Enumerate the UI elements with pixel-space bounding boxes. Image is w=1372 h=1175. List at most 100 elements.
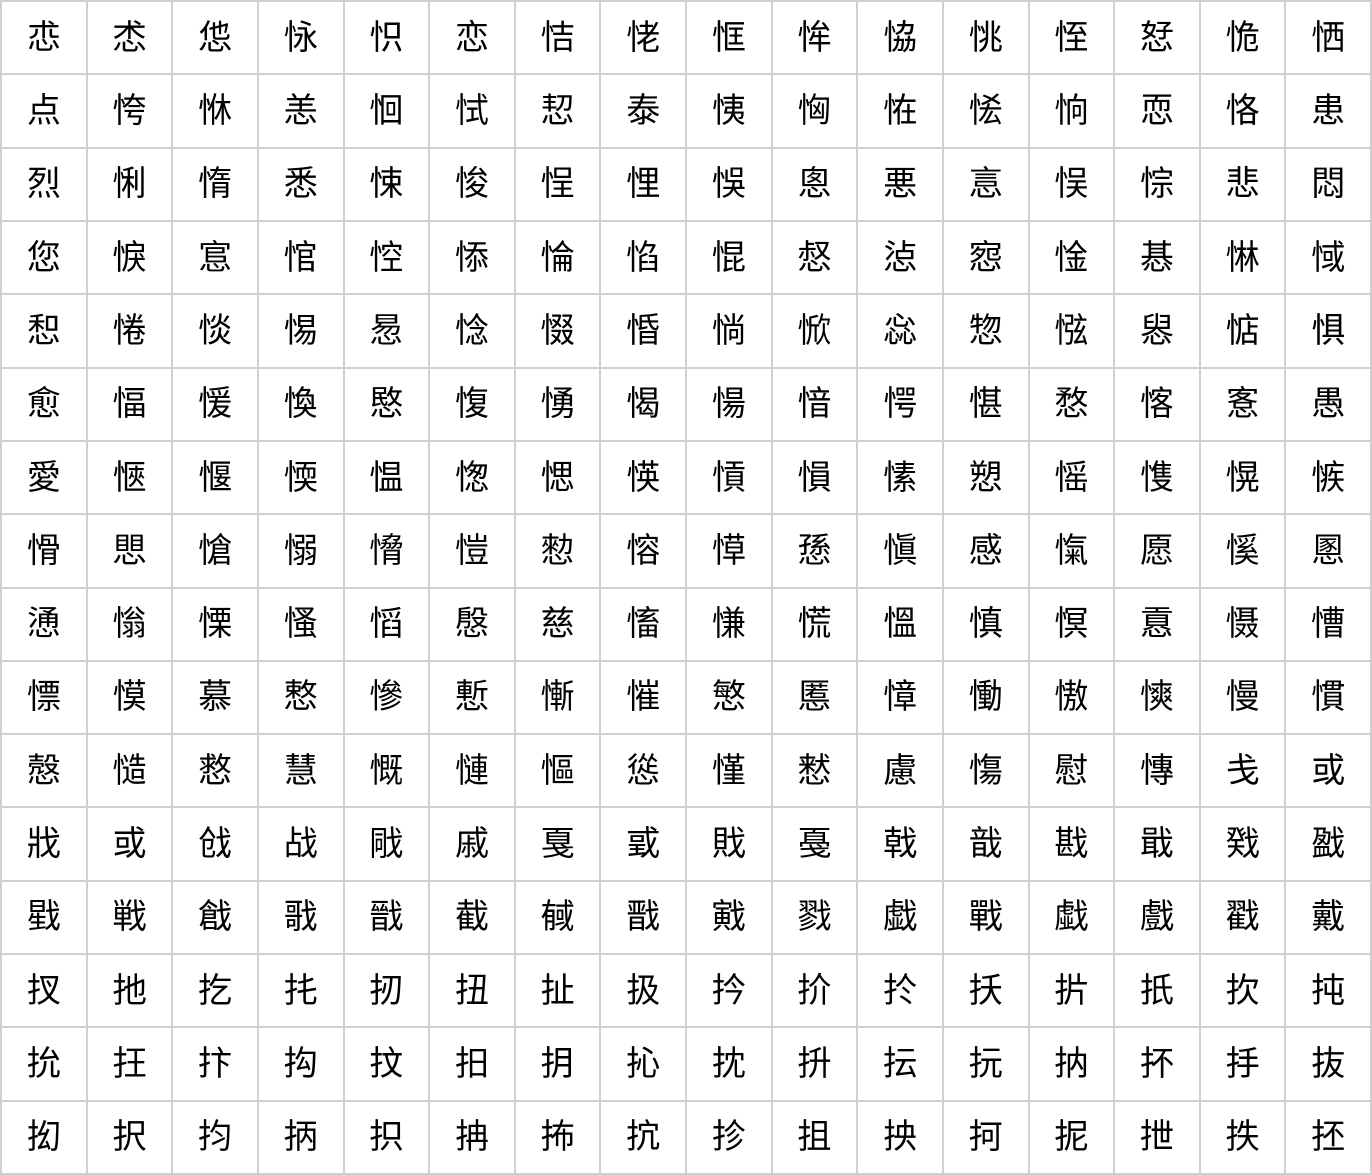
character-grid: 怷怸怹怺怾恋恄恅恇恈恊恌恎恏恑恓点恗恘恙恛恜恝泰恞恟恠恡恦恧恪患烈悧惰悉悚悛悜悝… <box>0 0 1372 1175</box>
character-cell: 扸 <box>1029 955 1116 1029</box>
character-cell: 慎 <box>943 588 1030 662</box>
character-cell: 惉 <box>858 221 944 296</box>
character-cell: 惀 <box>515 221 602 296</box>
character-cell: 戝 <box>687 808 773 882</box>
character-cell: 悾 <box>344 221 431 296</box>
character-cell: 惢 <box>858 295 944 369</box>
character-cell: 愿 <box>1115 515 1201 589</box>
character-cell: 抁 <box>2 1028 88 1102</box>
character-cell: 慘 <box>344 661 431 736</box>
character-cell: 愶 <box>344 515 431 589</box>
character-cell: 扴 <box>772 955 859 1029</box>
character-cell: 抷 <box>1286 1101 1372 1175</box>
character-cell: 愬 <box>943 441 1030 516</box>
character-cell: 扷 <box>943 955 1030 1029</box>
character-cell: 戬 <box>601 881 687 956</box>
character-cell: 惤 <box>1029 295 1116 369</box>
character-cell: 戞 <box>772 808 859 882</box>
character-cell: 愲 <box>2 515 88 589</box>
character-cell: 慉 <box>601 588 687 662</box>
character-cell: 抦 <box>258 1101 345 1175</box>
character-cell: 悛 <box>430 148 516 222</box>
character-cell: 悤 <box>772 148 859 222</box>
character-cell: 扺 <box>1115 955 1201 1029</box>
character-cell: 抭 <box>601 1101 687 1175</box>
character-cell: 抳 <box>1029 1101 1116 1175</box>
character-cell: 愪 <box>772 441 859 516</box>
character-cell: 愩 <box>687 441 773 516</box>
character-cell: 愜 <box>87 441 174 516</box>
character-cell: 慊 <box>687 588 773 662</box>
character-cell: 恊 <box>858 2 944 76</box>
character-cell: 戤 <box>1286 808 1372 882</box>
character-cell: 愚 <box>1286 368 1372 442</box>
character-cell: 悮 <box>1029 148 1116 222</box>
character-cell: 抝 <box>2 1101 88 1175</box>
character-cell: 愗 <box>1029 368 1116 442</box>
character-cell: 惝 <box>687 295 773 369</box>
character-cell: 惂 <box>601 221 687 296</box>
character-cell: 戦 <box>87 881 174 956</box>
character-cell: 慰 <box>1029 735 1116 809</box>
character-cell: 戥 <box>2 881 88 956</box>
character-cell: 愡 <box>430 441 516 516</box>
character-cell: 悝 <box>601 148 687 222</box>
character-cell: 抶 <box>1200 1101 1287 1175</box>
character-cell: 戡 <box>1029 808 1116 882</box>
character-cell: 恓 <box>1286 2 1372 76</box>
character-cell: 慥 <box>87 735 174 809</box>
character-cell: 戙 <box>344 808 431 882</box>
character-cell: 抙 <box>1200 1028 1287 1102</box>
character-cell: 恎 <box>1029 2 1116 76</box>
character-cell: 抔 <box>1115 1028 1201 1102</box>
character-cell: 慯 <box>943 735 1030 809</box>
character-cell: 或 <box>1286 735 1372 809</box>
character-cell: 悥 <box>943 148 1030 222</box>
character-cell: 慝 <box>772 661 859 736</box>
character-cell: 慕 <box>173 661 259 736</box>
character-cell: 抆 <box>344 1028 431 1102</box>
character-cell: 愳 <box>87 515 174 589</box>
character-cell: 慍 <box>858 588 944 662</box>
character-cell: 悷 <box>87 221 174 296</box>
character-cell: 抪 <box>515 1101 602 1175</box>
character-cell: 慬 <box>687 735 773 809</box>
character-cell: 愘 <box>1115 368 1201 442</box>
character-cell: 恗 <box>87 75 174 149</box>
character-cell: 抯 <box>772 1101 859 1175</box>
character-cell: 愹 <box>601 515 687 589</box>
character-cell: 惥 <box>1115 295 1201 369</box>
character-cell: 慑 <box>1200 588 1287 662</box>
character-cell: 或 <box>87 808 174 882</box>
character-cell: 抐 <box>1029 1028 1116 1102</box>
character-cell: 抂 <box>87 1028 174 1102</box>
character-cell: 抧 <box>344 1101 431 1175</box>
character-cell: 慌 <box>772 588 859 662</box>
character-cell: 抍 <box>772 1028 859 1102</box>
character-cell: 愵 <box>258 515 345 589</box>
character-cell: 惕 <box>258 295 345 369</box>
character-cell: 恦 <box>1029 75 1116 149</box>
character-cell: 感 <box>943 515 1030 589</box>
character-cell: 扭 <box>430 955 516 1029</box>
character-cell: 戴 <box>1286 881 1372 956</box>
character-cell: 愥 <box>601 441 687 516</box>
character-cell: 恧 <box>1115 75 1201 149</box>
character-cell: 慧 <box>258 735 345 809</box>
character-cell: 悶 <box>1286 148 1372 222</box>
character-cell: 恏 <box>1115 2 1201 76</box>
character-cell: 截 <box>430 881 516 956</box>
character-cell: 战 <box>258 808 345 882</box>
character-cell: 慜 <box>687 661 773 736</box>
character-cell: 戫 <box>515 881 602 956</box>
character-cell: 戲 <box>1115 881 1201 956</box>
character-cell: 惧 <box>1286 295 1372 369</box>
character-cell: 抮 <box>687 1101 773 1175</box>
character-cell: 惄 <box>772 221 859 296</box>
character-cell: 愯 <box>1115 441 1201 516</box>
character-cell: 慡 <box>1115 661 1201 736</box>
character-cell: 恙 <box>258 75 345 149</box>
character-cell: 悞 <box>687 148 773 222</box>
character-cell: 愷 <box>430 515 516 589</box>
character-cell: 愾 <box>1029 515 1116 589</box>
